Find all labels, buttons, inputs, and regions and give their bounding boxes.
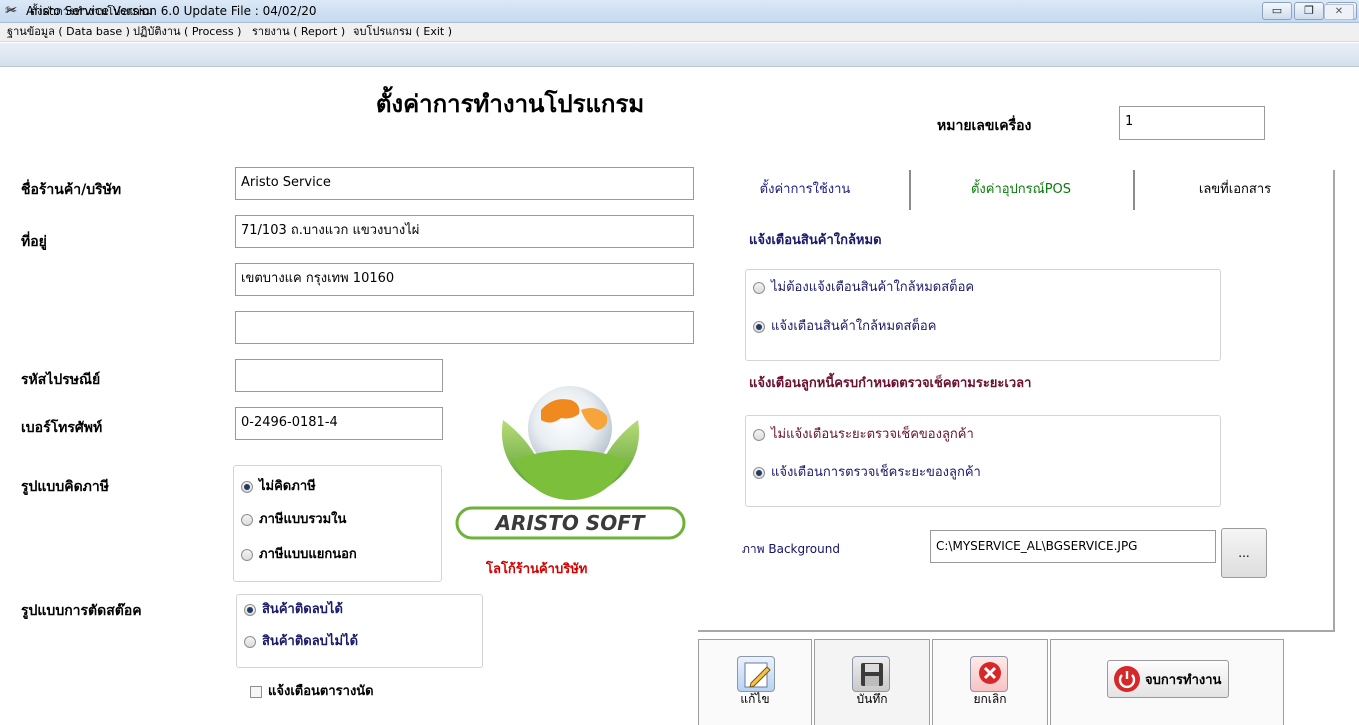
debtor-alert-title: แจ้งเตือนลูกหนี้ครบกำหนดตรวจเช็คตามระยะเ… [749,376,1032,391]
menu-process[interactable]: ปฏิบัติงาน ( Process ) [133,24,241,40]
radio-icon [241,549,253,561]
checkbox-icon [250,686,262,698]
edit-icon [737,656,775,692]
stock-alert-title: แจ้งเตือนสินค้าใกล้หมด [749,233,882,248]
tab-divider [1133,170,1135,210]
radio-icon [241,481,253,493]
exit-program-label: จบการทำงาน [1145,672,1222,688]
radio-icon [244,604,256,616]
address-label: ที่อยู่ [21,234,47,250]
radio-icon [753,321,765,333]
stock-option-negative-allowed[interactable]: สินค้าติดลบได้ [244,602,343,618]
tax-mode-label: รูปแบบคิดภาษี [21,479,109,495]
radio-icon [753,429,765,441]
address-line3-input[interactable] [235,311,694,344]
cancel-button-label: ยกเลิก [973,692,1007,706]
form-title: ตั้งค่าการทำงานโปรแกรม [30,5,153,18]
page-title: ตั้งค่าการทำงานโปรแกรม [375,90,645,118]
company-label: ชื่อร้านค้า/บริษัท [21,182,122,198]
form-close-button[interactable]: ✕ [1324,4,1354,20]
logo-caption: โลโก้ร้านค้าบริษัท [486,562,588,577]
radio-icon [753,467,765,479]
form-titlebar [0,43,1359,67]
menu-database[interactable]: ฐานข้อมูล ( Data base ) [7,24,130,40]
debtor-alert-option-on[interactable]: แจ้งเตือนการตรวจเช็คระยะของลูกค้า [753,465,981,481]
tax-option-inclusive[interactable]: ภาษีแบบรวมใน [241,512,346,528]
tax-option-exclusive-label: ภาษีแบบแยกนอก [259,547,357,562]
machine-number-label: หมายเลขเครื่อง [937,118,1032,134]
radio-icon [753,282,765,294]
radio-icon [241,514,253,526]
menu-exit[interactable]: จบโปรแกรม ( Exit ) [353,24,452,40]
company-input[interactable]: Aristo Service [235,167,694,200]
tax-option-exclusive[interactable]: ภาษีแบบแยกนอก [241,547,357,563]
background-image-label: ภาพ Background [742,542,840,556]
restore-button[interactable]: ❐ [1294,2,1324,20]
stock-alert-option-on[interactable]: แจ้งเตือนสินค้าใกล้หมดสต็อค [753,319,936,335]
company-logo[interactable]: ARISTO SOFT [453,380,688,540]
form-icon: ✂ [5,4,16,19]
address-line2-input[interactable]: เขตบางแค กรุงเทพ 10160 [235,263,694,296]
stock-mode-label: รูปแบบการตัดสต๊อค [21,603,142,619]
postal-code-input[interactable] [235,359,443,392]
stock-option-negative-denied-label: สินค้าติดลบไม่ได้ [262,634,359,649]
tab-pos-settings[interactable]: ตั้งค่าอุปกรณ์POS [915,170,1127,210]
appointment-alert-checkbox[interactable]: แจ้งเตือนตารางนัด [250,684,374,700]
edit-button-label: แก้ไข [740,692,770,706]
cancel-icon [970,656,1008,692]
edit-button[interactable]: แก้ไข [698,639,812,725]
stock-option-negative-denied[interactable]: สินค้าติดลบไม่ได้ [244,634,358,650]
appointment-alert-label: แจ้งเตือนตารางนัด [268,684,374,699]
phone-input[interactable]: 0-2496-0181-4 [235,407,443,440]
background-browse-button[interactable]: ... [1221,528,1267,578]
save-button[interactable]: บันทึก [814,639,930,725]
tax-option-none[interactable]: ไม่คิดภาษี [241,479,316,495]
stock-alert-option-on-label: แจ้งเตือนสินค้าใกล้หมดสต็อค [771,319,937,334]
tab-document-numbers[interactable]: เลขที่เอกสาร [1140,170,1330,210]
exit-program-button[interactable]: จบการทำงาน [1050,639,1284,725]
radio-icon [244,636,256,648]
address-line1-input[interactable]: 71/103 ถ.บางแวก แขวงบางไผ่ [235,215,694,248]
tab-divider [909,170,911,210]
cancel-button[interactable]: ยกเลิก [932,639,1048,725]
stock-option-negative-allowed-label: สินค้าติดลบได้ [262,602,343,617]
postal-code-label: รหัสไปรษณีย์ [21,372,101,388]
machine-number-input[interactable]: 1 [1119,106,1265,140]
debtor-alert-option-off[interactable]: ไม่แจ้งเตือนระยะตรวจเช็คของลูกค้า [753,427,974,443]
exit-program-inner[interactable]: จบการทำงาน [1107,660,1229,698]
tax-option-inclusive-label: ภาษีแบบรวมใน [259,512,347,527]
minimize-button[interactable]: ▭ [1262,2,1292,20]
power-icon [1114,666,1140,692]
stock-alert-option-off-label: ไม่ต้องแจ้งเตือนสินค้าใกล้หมดสต็อค [771,280,975,295]
save-button-label: บันทึก [856,692,888,706]
save-icon [852,656,890,692]
logo-text: ARISTO SOFT [493,511,645,535]
tax-option-none-label: ไม่คิดภาษี [259,479,316,494]
menu-report[interactable]: รายงาน ( Report ) [252,24,345,40]
tab-usage-settings[interactable]: ตั้งค่าการใช้งาน [705,170,905,210]
phone-label: เบอร์โทรศัพท์ [21,420,103,436]
background-image-path-input[interactable]: C:\MYSERVICE_AL\BGSERVICE.JPG [930,530,1216,563]
stock-alert-option-off[interactable]: ไม่ต้องแจ้งเตือนสินค้าใกล้หมดสต็อค [753,280,974,296]
leaf-center-shape [513,450,628,500]
debtor-alert-option-off-label: ไม่แจ้งเตือนระยะตรวจเช็คของลูกค้า [771,427,974,442]
debtor-alert-option-on-label: แจ้งเตือนการตรวจเช็คระยะของลูกค้า [771,465,981,480]
